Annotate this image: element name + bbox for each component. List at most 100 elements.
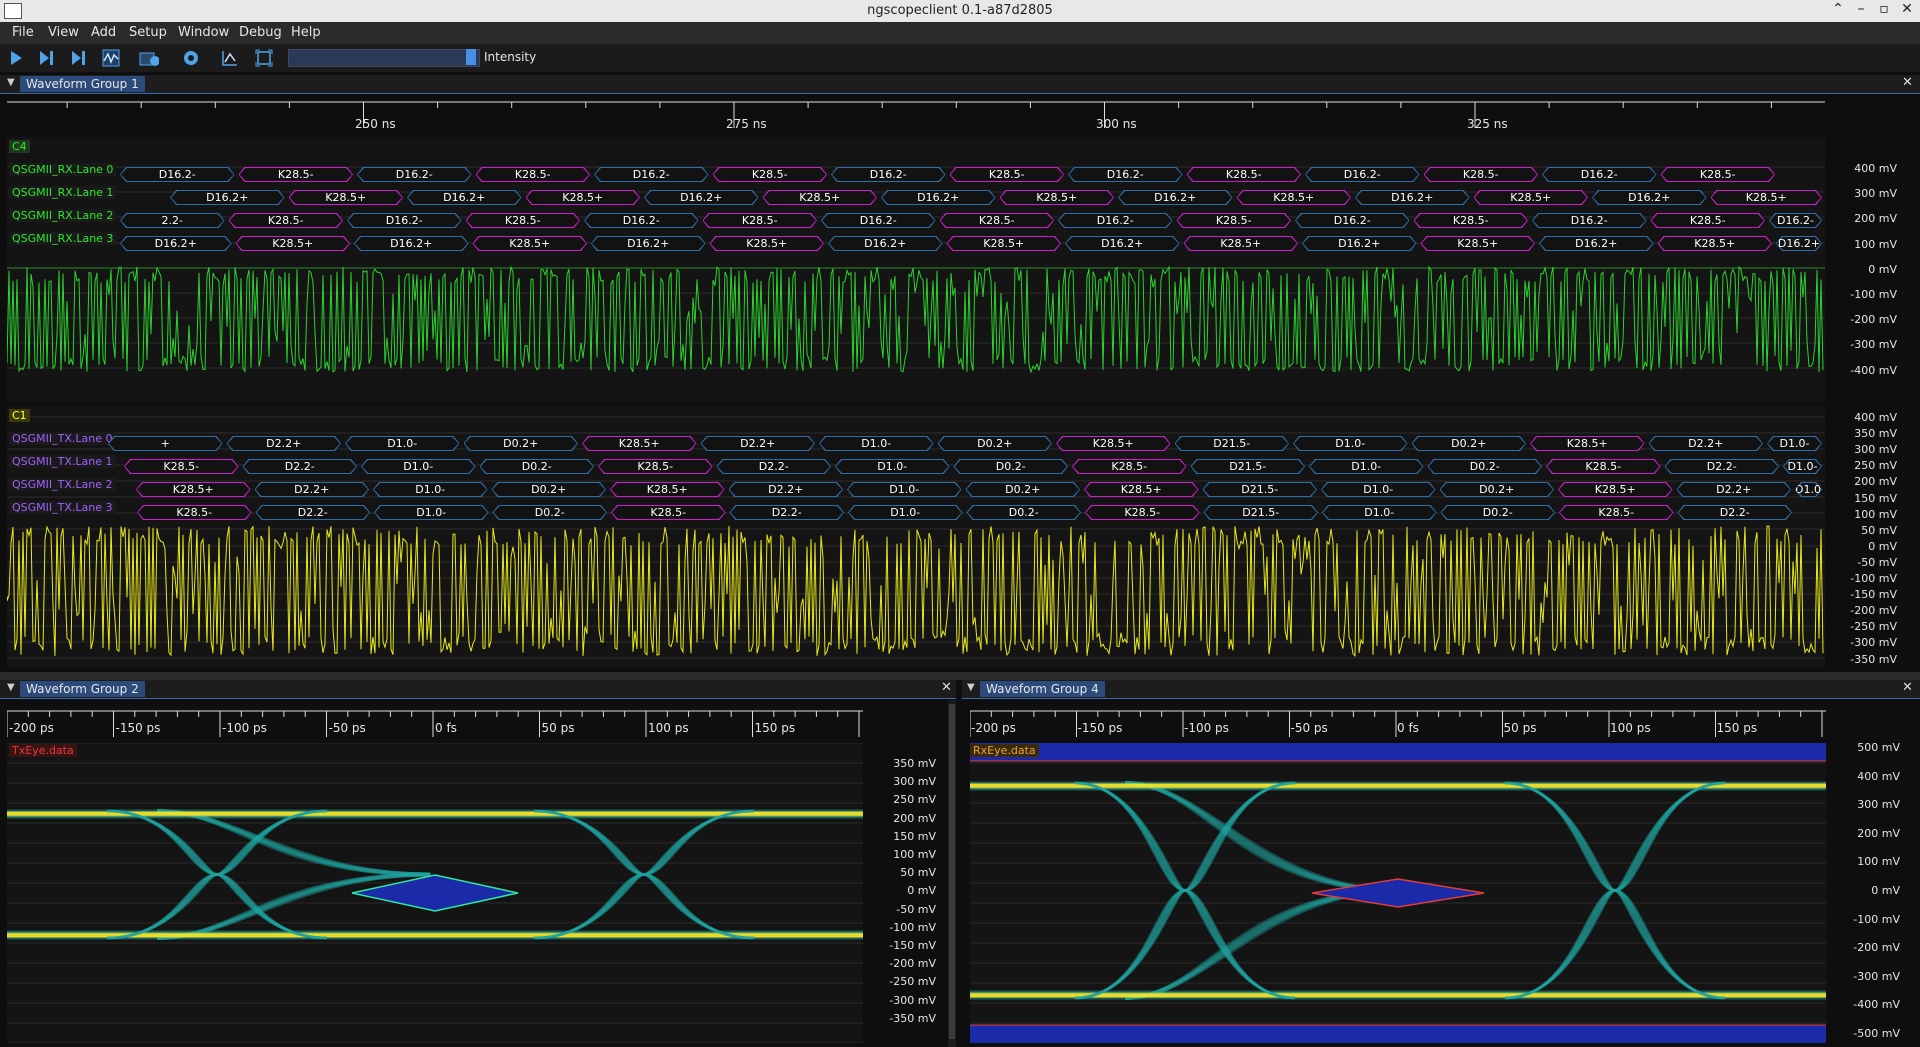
protocol-symbol[interactable]: D16.2+ xyxy=(407,190,522,205)
protocol-symbol[interactable]: K28.5+ xyxy=(289,190,404,205)
eye-plot-rx[interactable] xyxy=(970,743,1826,1043)
protocol-symbol[interactable]: K28.5- xyxy=(229,213,344,228)
protocol-symbol[interactable]: D2.2- xyxy=(1665,459,1780,474)
protocol-symbol[interactable]: D16.2+ xyxy=(828,236,943,251)
waveform-icon[interactable] xyxy=(101,48,121,68)
protocol-symbol[interactable]: D2.2- xyxy=(243,459,358,474)
protocol-symbol[interactable]: D16.2- xyxy=(831,167,946,182)
collapse-arrow-icon[interactable]: ▼ xyxy=(7,77,15,88)
lane-label[interactable]: QSGMII_TX.Lane 1 xyxy=(9,455,116,468)
protocol-symbol[interactable]: D16.2+ xyxy=(1302,236,1417,251)
lane-label[interactable]: QSGMII_TX.Lane 2 xyxy=(9,478,116,491)
protocol-symbol[interactable]: K28.5- xyxy=(137,505,252,520)
close-group-1-icon[interactable]: ✕ xyxy=(1902,75,1913,90)
protocol-symbol[interactable]: K28.5- xyxy=(1414,213,1529,228)
protocol-symbol[interactable]: D1.0- xyxy=(835,459,950,474)
protocol-symbol[interactable]: K28.5+ xyxy=(1084,482,1199,497)
protocol-symbol[interactable]: D0.2- xyxy=(967,505,1082,520)
fullscreen-icon[interactable] xyxy=(254,48,274,68)
protocol-symbol[interactable]: D16.2+ xyxy=(1592,190,1707,205)
protocol-symbol[interactable]: K28.5+ xyxy=(710,236,825,251)
protocol-symbol[interactable]: K28.5+ xyxy=(526,190,641,205)
play-single-icon[interactable] xyxy=(37,48,57,68)
protocol-symbol[interactable]: D0.2- xyxy=(493,505,608,520)
protocol-symbol[interactable]: D21.5- xyxy=(1204,505,1319,520)
menu-help[interactable]: Help xyxy=(291,25,321,40)
protocol-symbol[interactable]: D16.2- xyxy=(347,213,462,228)
protocol-symbol[interactable]: D0.2- xyxy=(1428,459,1543,474)
protocol-symbol[interactable]: K28.5+ xyxy=(947,236,1062,251)
protocol-symbol[interactable]: D0.2+ xyxy=(1440,482,1555,497)
protocol-symbol[interactable]: K28.5+ xyxy=(1558,482,1673,497)
protocol-symbol[interactable]: D16.2+ xyxy=(170,190,285,205)
protocol-symbol[interactable]: K28.5+ xyxy=(1421,236,1536,251)
protocol-symbol[interactable]: D1.0- xyxy=(1321,482,1436,497)
protocol-symbol[interactable]: D16.2+ xyxy=(1065,236,1180,251)
collapse-arrow-icon[interactable]: ▼ xyxy=(7,682,15,693)
protocol-symbol[interactable]: D0.2+ xyxy=(492,482,607,497)
collapse-arrow-icon[interactable]: ▼ xyxy=(967,682,975,693)
protocol-symbol[interactable]: D2.2+ xyxy=(1649,436,1764,451)
protocol-symbol[interactable]: D21.5- xyxy=(1191,459,1306,474)
menu-setup[interactable]: Setup xyxy=(129,25,167,40)
protocol-symbol[interactable]: K28.5- xyxy=(1546,459,1661,474)
protocol-symbol[interactable]: K28.5- xyxy=(1559,505,1674,520)
protocol-symbol[interactable]: K28.5- xyxy=(124,459,239,474)
protocol-symbol[interactable]: K28.5- xyxy=(1424,167,1539,182)
channel-label-c1[interactable]: C1 xyxy=(9,409,30,422)
protocol-symbol[interactable]: K28.5- xyxy=(239,167,354,182)
protocol-symbol[interactable]: K28.5+ xyxy=(610,482,725,497)
protocol-symbol[interactable]: D0.2+ xyxy=(966,482,1081,497)
protocol-symbol[interactable]: K28.5- xyxy=(598,459,713,474)
protocol-symbol[interactable]: D0.2+ xyxy=(938,436,1053,451)
protocol-symbol[interactable]: D16.2+ xyxy=(120,236,232,251)
protocol-symbol[interactable]: K28.5- xyxy=(611,505,726,520)
protocol-symbol[interactable]: D1.0- xyxy=(819,436,934,451)
protocol-symbol[interactable]: D0.2- xyxy=(1441,505,1556,520)
protocol-symbol[interactable]: D1.0- xyxy=(361,459,476,474)
protocol-symbol[interactable]: D16.2+ xyxy=(354,236,469,251)
intensity-slider-handle[interactable] xyxy=(466,49,476,65)
menu-view[interactable]: View xyxy=(48,25,79,40)
protocol-symbol[interactable]: D16.2+ xyxy=(644,190,759,205)
protocol-symbol[interactable]: K28.5- xyxy=(940,213,1055,228)
close-window-icon[interactable]: ✕ xyxy=(1897,1,1917,17)
protocol-symbol[interactable]: D2.2+ xyxy=(255,482,370,497)
protocol-symbol[interactable]: K28.5+ xyxy=(236,236,351,251)
protocol-symbol[interactable]: 2.2- xyxy=(120,213,225,228)
protocol-symbol[interactable]: D1.0- xyxy=(848,505,963,520)
cursor-icon[interactable] xyxy=(220,48,240,68)
scope-settings-icon[interactable] xyxy=(139,48,159,68)
protocol-symbol[interactable]: D0.2+ xyxy=(1412,436,1527,451)
protocol-symbol[interactable]: K28.5- xyxy=(466,213,581,228)
protocol-symbol[interactable]: D21.5- xyxy=(1203,482,1318,497)
protocol-symbol[interactable]: D16.2- xyxy=(1305,167,1420,182)
protocol-symbol[interactable]: D2.2+ xyxy=(701,436,816,451)
protocol-symbol[interactable]: D2.2- xyxy=(256,505,371,520)
protocol-symbol[interactable]: D16.2+ xyxy=(881,190,996,205)
protocol-symbol[interactable]: D0.2- xyxy=(954,459,1069,474)
protocol-symbol[interactable]: K28.5- xyxy=(1651,213,1766,228)
trace-label-rxeye[interactable]: RxEye.data xyxy=(970,744,1039,757)
protocol-symbol[interactable]: D1.0- xyxy=(345,436,460,451)
trace-label-txeye[interactable]: TxEye.data xyxy=(9,744,77,757)
menu-file[interactable]: File xyxy=(12,25,34,40)
protocol-symbol[interactable]: D16.2- xyxy=(584,213,699,228)
protocol-symbol[interactable]: D1.0- xyxy=(847,482,962,497)
menu-window[interactable]: Window xyxy=(178,25,229,40)
protocol-symbol[interactable]: K28.5+ xyxy=(1474,190,1589,205)
restore-icon[interactable]: ▫ xyxy=(1874,1,1894,17)
protocol-symbol[interactable]: K28.5- xyxy=(476,167,591,182)
intensity-slider[interactable] xyxy=(288,49,480,67)
eye-plot-tx[interactable] xyxy=(7,743,863,1043)
protocol-symbol[interactable]: K28.5+ xyxy=(1237,190,1352,205)
protocol-symbol[interactable]: + xyxy=(108,436,223,451)
protocol-symbol[interactable]: K28.5+ xyxy=(1658,236,1773,251)
close-group-4-icon[interactable]: ✕ xyxy=(1902,680,1913,695)
protocol-symbol[interactable]: D1.0- xyxy=(1322,505,1437,520)
protocol-symbol[interactable]: D16.2- xyxy=(1542,167,1657,182)
protocol-symbol[interactable]: K28.5+ xyxy=(1000,190,1115,205)
protocol-symbol[interactable]: D2.2- xyxy=(717,459,832,474)
scrollbar-thumb[interactable] xyxy=(949,704,955,1039)
protocol-symbol[interactable]: D16.2- xyxy=(1058,213,1173,228)
